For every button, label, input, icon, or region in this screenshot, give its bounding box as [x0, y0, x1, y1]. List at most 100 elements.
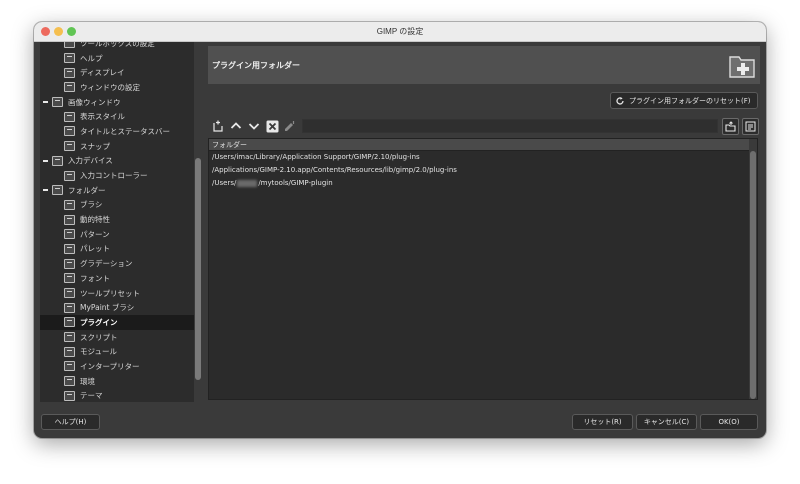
- sidebar-item[interactable]: 画像ウィンドウ: [40, 95, 202, 110]
- sidebar-item-label: プラグイン: [80, 317, 118, 327]
- dynamics-folder-icon: [64, 214, 75, 225]
- cancel-button[interactable]: キャンセル(C): [636, 414, 697, 430]
- browse-folder-button[interactable]: [722, 118, 739, 135]
- sidebar-item[interactable]: ツールプリセット: [40, 286, 202, 301]
- sidebar-item-label: グラデーション: [80, 259, 133, 269]
- help-icon: [64, 53, 75, 64]
- gradient-folder-icon: [64, 258, 75, 269]
- ok-button[interactable]: OK(O): [700, 414, 758, 430]
- sidebar-item[interactable]: モジュール: [40, 344, 202, 359]
- page-header: プラグイン用フォルダー: [208, 46, 760, 84]
- interpreter-folder-icon: [64, 361, 75, 372]
- new-folder-button[interactable]: [210, 118, 226, 134]
- page-title: プラグイン用フォルダー: [212, 61, 300, 70]
- snap-icon: [64, 141, 75, 152]
- sidebar-item[interactable]: 環境: [40, 374, 202, 389]
- open-folder-icon: [725, 121, 736, 132]
- sidebar-item-label: パレット: [80, 244, 110, 254]
- sidebar-item[interactable]: ツールボックスの設定: [40, 42, 202, 51]
- sidebar-item[interactable]: タイトルとステータスバー: [40, 124, 202, 139]
- environment-folder-icon: [64, 376, 75, 387]
- appearance-icon: [64, 111, 75, 122]
- sidebar-item[interactable]: テーマ: [40, 389, 202, 403]
- folder-list-item[interactable]: /Applications/GIMP-2.10.app/Contents/Res…: [209, 164, 757, 177]
- collapse-icon[interactable]: [43, 100, 48, 103]
- module-folder-icon: [64, 346, 75, 357]
- mypaint-folder-icon: [64, 302, 75, 313]
- sidebar-item-label: フォルダー: [68, 185, 106, 195]
- sidebar-item[interactable]: フォルダー: [40, 183, 202, 198]
- image-window-icon: [52, 97, 63, 108]
- sidebar-item[interactable]: 表示スタイル: [40, 109, 202, 124]
- sidebar-item[interactable]: スナップ: [40, 139, 202, 154]
- sidebar-item[interactable]: ディスプレイ: [40, 65, 202, 80]
- sidebar-item-label: 画像ウィンドウ: [68, 97, 121, 107]
- move-up-button[interactable]: [228, 118, 244, 134]
- input-device-icon: [52, 155, 63, 166]
- help-button-label: ヘルプ(H): [54, 418, 87, 426]
- collapse-icon[interactable]: [43, 188, 48, 191]
- sidebar-item[interactable]: プラグイン: [40, 315, 202, 330]
- sidebar-item[interactable]: パレット: [40, 242, 202, 257]
- new-item-icon: [213, 120, 223, 132]
- move-down-button[interactable]: [246, 118, 262, 134]
- sidebar-item[interactable]: パターン: [40, 227, 202, 242]
- sidebar-item[interactable]: 入力コントローラー: [40, 168, 202, 183]
- sidebar-item-label: パターン: [80, 229, 110, 239]
- chevron-up-icon: [230, 122, 242, 129]
- manage-folder-button[interactable]: [742, 118, 759, 135]
- font-folder-icon: [64, 273, 75, 284]
- sidebar-item[interactable]: 入力デバイス: [40, 154, 202, 169]
- sidebar-item[interactable]: ヘルプ: [40, 51, 202, 66]
- sidebar-item-label: ブラシ: [80, 200, 103, 210]
- sidebar-item-label: ウィンドウの設定: [80, 82, 140, 92]
- sidebar-item-label: スクリプト: [80, 332, 118, 342]
- sidebar-item-label: テーマ: [80, 391, 103, 401]
- sidebar-item[interactable]: スクリプト: [40, 330, 202, 345]
- folder-column-header[interactable]: フォルダー: [209, 139, 757, 151]
- sidebar-item[interactable]: ブラシ: [40, 198, 202, 213]
- folder-icon: [52, 185, 63, 196]
- sidebar-item-label: スナップ: [80, 141, 110, 151]
- delete-folder-button[interactable]: [264, 118, 280, 134]
- title-bar: GIMP の設定: [34, 22, 766, 42]
- sidebar-item-label: ツールボックスの設定: [80, 42, 155, 48]
- sidebar-item[interactable]: MyPaint ブラシ: [40, 300, 202, 315]
- sidebar-item-label: タイトルとステータスバー: [80, 126, 170, 136]
- folder-list-item[interactable]: /Users/ /mytools/GIMP-plugin: [209, 177, 757, 190]
- folder-writable-toggle[interactable]: [282, 118, 298, 134]
- display-icon: [64, 67, 75, 78]
- brush-folder-icon: [64, 199, 75, 210]
- folder-path-input[interactable]: [302, 119, 718, 133]
- help-button[interactable]: ヘルプ(H): [41, 414, 100, 430]
- sidebar-item[interactable]: インタープリター: [40, 359, 202, 374]
- sidebar-item[interactable]: グラデーション: [40, 256, 202, 271]
- folder-toolbar: [208, 118, 760, 135]
- folder-list-scrollbar-thumb[interactable]: [750, 151, 756, 399]
- category-tree-list: ツールボックスの設定ヘルプディスプレイウィンドウの設定画像ウィンドウ表示スタイル…: [40, 42, 202, 402]
- sidebar-scrollbar[interactable]: [194, 42, 202, 402]
- cancel-button-label: キャンセル(C): [643, 418, 690, 426]
- sidebar-scrollbar-thumb[interactable]: [195, 158, 201, 380]
- folder-list-item[interactable]: /Users/imac/Library/Application Support/…: [209, 151, 757, 164]
- collapse-icon[interactable]: [43, 159, 48, 162]
- sidebar-item-label: ヘルプ: [80, 53, 103, 63]
- reset-button[interactable]: リセット(R): [572, 414, 633, 430]
- ok-button-label: OK(O): [718, 418, 740, 426]
- window-management-icon: [64, 82, 75, 93]
- reset-plugin-folders-button[interactable]: プラグイン用フォルダーのリセット(F): [610, 92, 758, 109]
- folder-settings-icon: [745, 121, 756, 132]
- sidebar-item[interactable]: 動的特性: [40, 212, 202, 227]
- folder-list-scrollbar[interactable]: [749, 139, 757, 399]
- plugin-folder-list: フォルダー /Users/imac/Library/Application Su…: [208, 138, 758, 400]
- delete-icon: [266, 120, 278, 132]
- preferences-window: GIMP の設定 ツールボックスの設定ヘルプディスプレイウィンドウの設定画像ウィ…: [34, 22, 766, 438]
- sidebar-item[interactable]: フォント: [40, 271, 202, 286]
- sidebar-item[interactable]: ウィンドウの設定: [40, 80, 202, 95]
- sidebar-item-label: 環境: [80, 376, 95, 386]
- palette-folder-icon: [64, 243, 75, 254]
- sidebar-item-label: MyPaint ブラシ: [80, 303, 135, 313]
- window-title: GIMP の設定: [376, 27, 424, 36]
- reset-icon: [616, 96, 624, 105]
- script-folder-icon: [64, 332, 75, 343]
